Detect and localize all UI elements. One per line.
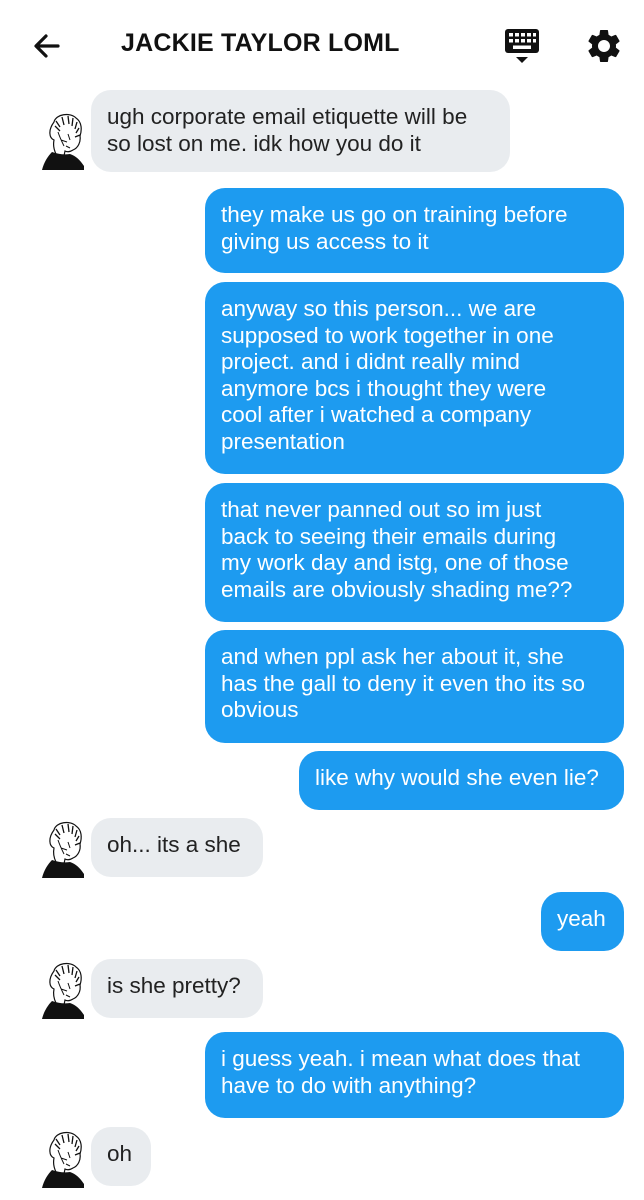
message-text: oh (107, 1141, 133, 1166)
back-button[interactable] (28, 26, 68, 66)
message-bubble[interactable]: i guess yeah. i mean what does that have… (205, 1032, 624, 1118)
settings-button[interactable] (584, 26, 624, 66)
message-bubble[interactable]: like why would she even lie? (299, 751, 624, 810)
gear-icon (588, 29, 620, 62)
message-bubble[interactable]: oh (91, 1127, 151, 1186)
arrow-left-icon (34, 34, 60, 58)
contact-avatar[interactable] (40, 961, 86, 1019)
message-text: anyway so this person... we are supposed… (221, 296, 554, 454)
keyboard-button[interactable] (502, 26, 542, 66)
contact-avatar[interactable] (40, 1130, 86, 1188)
message-text: ugh corporate email etiquette will be so… (107, 104, 468, 156)
message-bubble[interactable]: yeah (541, 892, 624, 951)
message-bubble[interactable]: oh... its a she (91, 818, 263, 877)
message-text: oh... its a she (107, 832, 241, 857)
message-bubble[interactable]: is she pretty? (91, 959, 263, 1018)
message-bubble[interactable]: ugh corporate email etiquette will be so… (91, 90, 510, 172)
contact-avatar[interactable] (40, 112, 86, 170)
conversation-header: JACKIE TAYLOR LOML (0, 0, 644, 88)
message-bubble[interactable]: anyway so this person... we are supposed… (205, 282, 624, 474)
contact-avatar[interactable] (40, 820, 86, 878)
message-text: that never panned out so im just back to… (221, 497, 573, 602)
message-text: i guess yeah. i mean what does that have… (221, 1046, 580, 1098)
keyboard-icon (505, 29, 539, 63)
message-text: yeah (557, 906, 606, 931)
message-bubble[interactable]: that never panned out so im just back to… (205, 483, 624, 622)
message-text: is she pretty? (107, 973, 241, 998)
message-text: they make us go on training before givin… (221, 202, 568, 254)
message-text: and when ppl ask her about it, she has t… (221, 644, 585, 722)
message-bubble[interactable]: and when ppl ask her about it, she has t… (205, 630, 624, 743)
message-bubble[interactable]: they make us go on training before givin… (205, 188, 624, 273)
message-text: like why would she even lie? (315, 765, 599, 790)
conversation-title: JACKIE TAYLOR LOML (121, 29, 400, 57)
